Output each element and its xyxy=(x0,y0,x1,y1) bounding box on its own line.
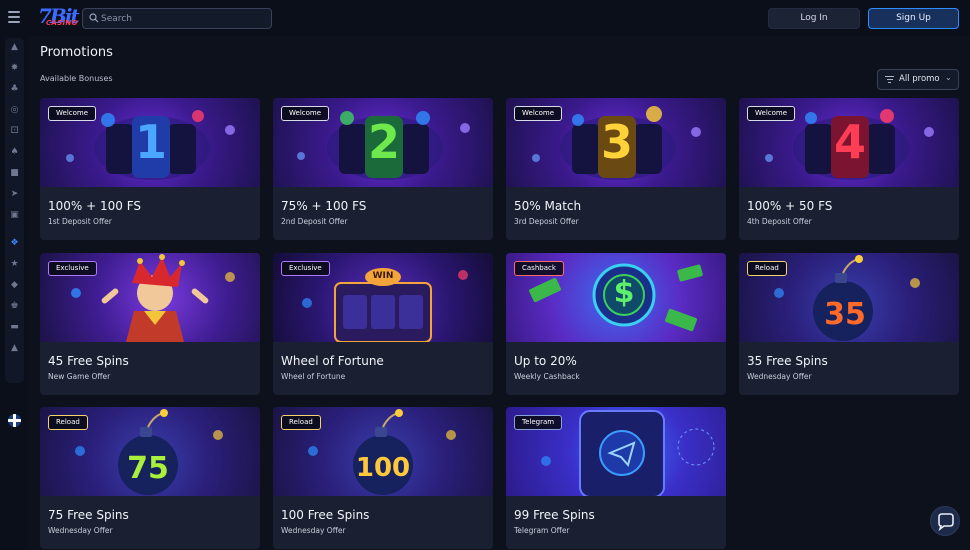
live-chat-button[interactable] xyxy=(930,506,960,536)
promo-tag: Reload xyxy=(48,415,88,430)
promo-title: 75% + 100 FS xyxy=(281,199,367,213)
promo-title: 100 Free Spins xyxy=(281,508,370,522)
trophy-icon[interactable]: ★ xyxy=(9,259,20,270)
promo-title: 75 Free Spins xyxy=(48,508,129,522)
promo-tag: Telegram xyxy=(514,415,563,430)
search-box xyxy=(82,8,272,29)
promo-card[interactable]: 75 Reload 75 Free Spins Wednesday Offer xyxy=(40,407,260,549)
promo-image: Telegram xyxy=(506,407,726,496)
promo-card[interactable]: Telegram 99 Free Spins Telegram Offer xyxy=(506,407,726,549)
promo-card[interactable]: 1 Welcome 100% + 100 FS 1st Deposit Offe… xyxy=(40,98,260,240)
reel-number: 4 xyxy=(833,115,866,169)
promo-tag: Reload xyxy=(747,261,787,276)
promo-subtitle: 2nd Deposit Offer xyxy=(281,217,348,226)
bomb-number: 35 xyxy=(824,297,866,332)
roulette-icon[interactable]: ◎ xyxy=(9,105,20,116)
promo-subtitle: Wheel of Fortune xyxy=(281,372,346,381)
ticket-icon[interactable]: ▬ xyxy=(9,322,20,333)
top-bar: 7Bit CASINO Log In Sign Up xyxy=(0,0,970,36)
cards-icon[interactable]: ♠ xyxy=(9,147,20,158)
vip-icon[interactable]: ◆ xyxy=(9,280,20,291)
promo-title: 35 Free Spins xyxy=(747,354,828,368)
reel-number: 2 xyxy=(367,115,400,169)
promo-filter-dropdown[interactable]: All promo ⌄ xyxy=(877,69,959,90)
jackpot-icon[interactable]: ■ xyxy=(9,168,20,179)
promo-image: 1 Welcome xyxy=(40,98,260,187)
promo-title: 100% + 50 FS xyxy=(747,199,833,213)
promo-image: 100 Reload xyxy=(273,407,493,496)
promo-card[interactable]: 3 Welcome 50% Match 3rd Deposit Offer xyxy=(506,98,726,240)
promo-card[interactable]: WIN Exclusive Wheel of Fortune Wheel of … xyxy=(273,253,493,395)
promo-image: 4 Welcome xyxy=(739,98,959,187)
promo-title: 45 Free Spins xyxy=(48,354,129,368)
dollar-sign: $ xyxy=(613,275,635,310)
search-icon xyxy=(89,13,99,23)
promo-subtitle: Telegram Offer xyxy=(514,526,570,535)
bomb-number: 75 xyxy=(127,451,169,486)
chat-bubble-icon xyxy=(938,513,954,532)
win-sign: WIN xyxy=(372,271,394,281)
promo-subtitle: 3rd Deposit Offer xyxy=(514,217,579,226)
promo-tag: Cashback xyxy=(514,261,564,276)
promo-subtitle: Wednesday Offer xyxy=(747,372,812,381)
promo-subtitle: Wednesday Offer xyxy=(48,526,113,535)
search-input[interactable] xyxy=(101,10,266,27)
promo-subtitle: Weekly Cashback xyxy=(514,372,580,381)
promo-image: 2 Welcome xyxy=(273,98,493,187)
rocket-icon[interactable]: ➤ xyxy=(9,189,20,200)
promo-card[interactable]: 2 Welcome 75% + 100 FS 2nd Deposit Offer xyxy=(273,98,493,240)
site-logo[interactable]: 7Bit CASINO xyxy=(38,4,80,30)
tournament-icon[interactable]: ▲ xyxy=(9,343,20,354)
promo-image: Exclusive xyxy=(40,253,260,342)
bomb-number: 100 xyxy=(355,453,411,483)
promo-tag: Exclusive xyxy=(281,261,330,276)
promo-title: 100% + 100 FS xyxy=(48,199,142,213)
promo-image: 35 Reload xyxy=(739,253,959,342)
promo-image: WIN Exclusive xyxy=(273,253,493,342)
promo-subtitle: 4th Deposit Offer xyxy=(747,217,812,226)
reel-number: 3 xyxy=(600,115,633,169)
chevron-down-icon: ⌄ xyxy=(945,73,952,82)
language-flag-icon[interactable] xyxy=(8,414,21,427)
promo-tag: Reload xyxy=(281,415,321,430)
promo-card[interactable]: 4 Welcome 100% + 50 FS 4th Deposit Offer xyxy=(739,98,959,240)
dice-icon[interactable]: ⚀ xyxy=(9,126,20,137)
promo-image: 3 Welcome xyxy=(506,98,726,187)
promo-tag: Welcome xyxy=(747,106,796,121)
crown-icon[interactable]: ♚ xyxy=(9,301,20,312)
promo-card[interactable]: 35 Reload 35 Free Spins Wednesday Offer xyxy=(739,253,959,395)
promo-title: Wheel of Fortune xyxy=(281,354,384,368)
login-button[interactable]: Log In xyxy=(768,8,860,29)
signup-button[interactable]: Sign Up xyxy=(868,8,959,29)
promo-image: $ Cashback xyxy=(506,253,726,342)
promo-subtitle: Wednesday Offer xyxy=(281,526,346,535)
page-title: Promotions xyxy=(40,45,113,60)
section-subtitle: Available Bonuses xyxy=(40,74,113,83)
promo-title: Up to 20% xyxy=(514,354,577,368)
filter-icon xyxy=(885,76,894,85)
promo-tag: Welcome xyxy=(281,106,330,121)
cherries-icon[interactable]: ♣ xyxy=(9,84,20,95)
promo-title: 99 Free Spins xyxy=(514,508,595,522)
flame-icon[interactable]: ▲ xyxy=(9,42,20,53)
promo-card[interactable]: Exclusive 45 Free Spins New Game Offer xyxy=(40,253,260,395)
promo-subtitle: New Game Offer xyxy=(48,372,111,381)
live-icon[interactable]: ▣ xyxy=(9,210,20,221)
menu-icon[interactable] xyxy=(8,11,20,23)
promo-card[interactable]: 100 Reload 100 Free Spins Wednesday Offe… xyxy=(273,407,493,549)
puzzle-icon[interactable]: ✸ xyxy=(9,63,20,74)
gift-icon[interactable]: ❖ xyxy=(9,238,20,249)
promo-title: 50% Match xyxy=(514,199,582,213)
promo-tag: Welcome xyxy=(514,106,563,121)
promo-tag: Exclusive xyxy=(48,261,97,276)
reel-number: 1 xyxy=(134,115,167,169)
sidebar: ▲ ✸ ♣ ◎ ⚀ ♠ ■ ➤ ▣ ❖ ★ ◆ ♚ ▬ ▲ xyxy=(0,36,28,550)
filter-label: All promo xyxy=(899,74,940,84)
promo-image: 75 Reload xyxy=(40,407,260,496)
promo-subtitle: 1st Deposit Offer xyxy=(48,217,112,226)
promo-tag: Welcome xyxy=(48,106,97,121)
promo-card[interactable]: $ Cashback Up to 20% Weekly Cashback xyxy=(506,253,726,395)
